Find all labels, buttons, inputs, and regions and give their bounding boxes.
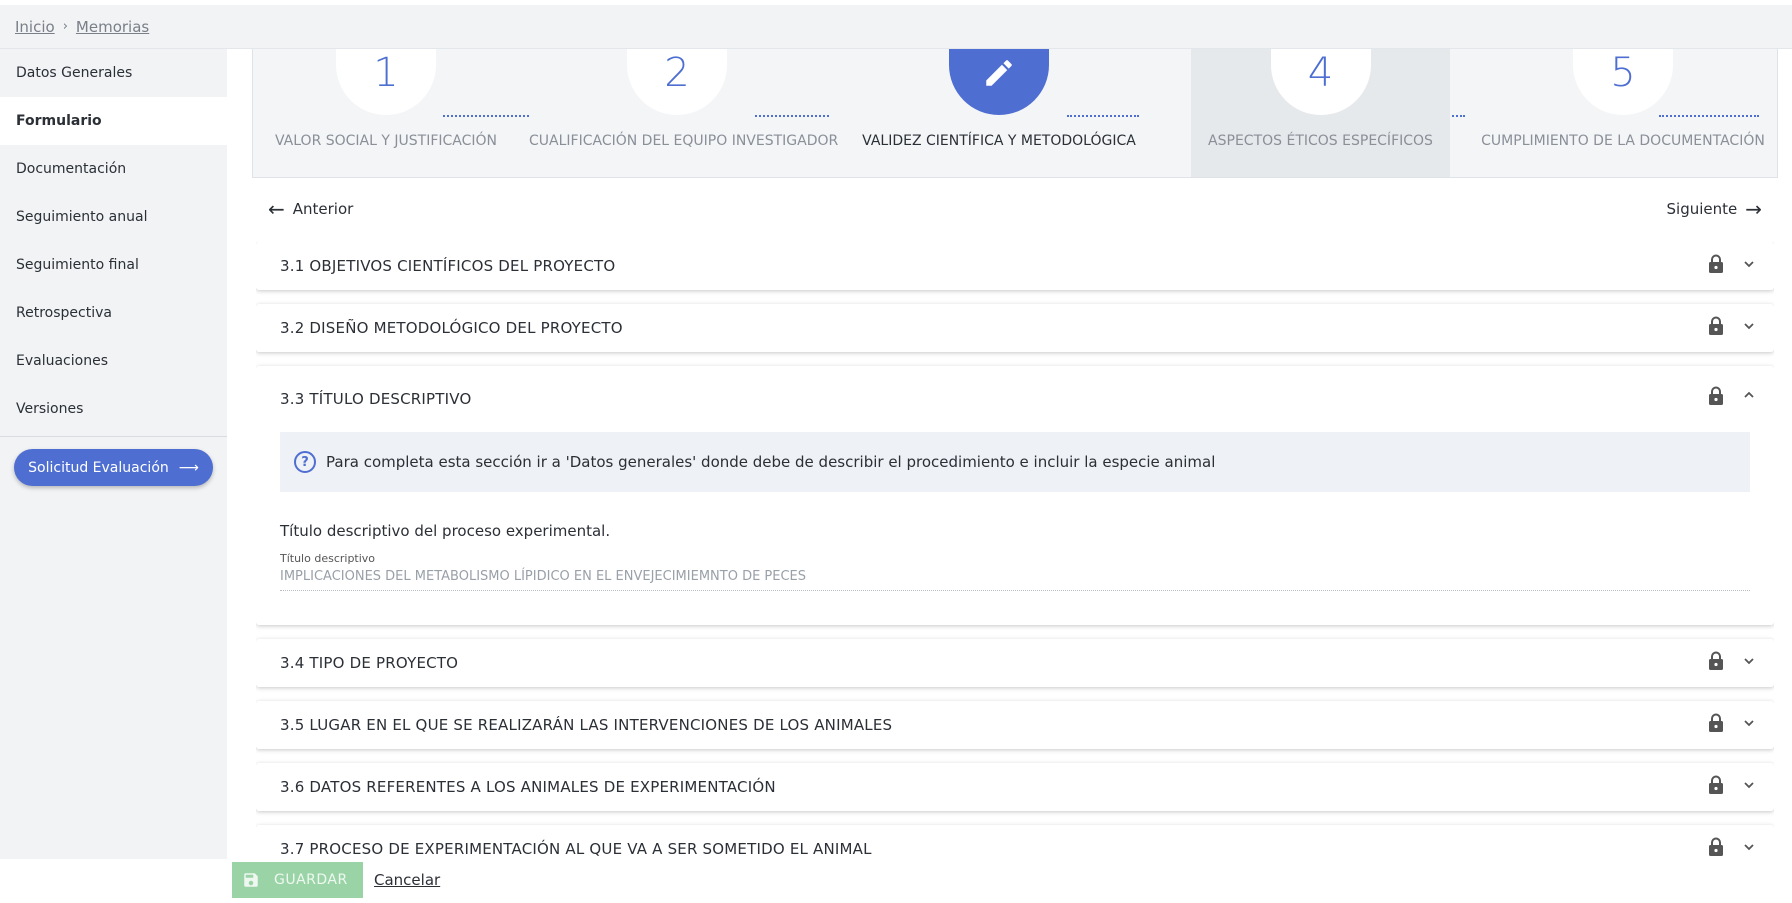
chevron-down-icon xyxy=(1744,323,1754,330)
chevron-down-icon xyxy=(1744,844,1754,851)
section-header[interactable]: 3.1 OBJETIVOS CIENTÍFICOS DEL PROYECTO xyxy=(256,242,1774,290)
sidebar-item-formulario[interactable]: Formulario xyxy=(0,97,227,145)
lock-icon xyxy=(1709,651,1723,670)
section-header[interactable]: 3.3 TÍTULO DESCRIPTIVO xyxy=(256,366,1774,432)
section-body: ? Para completa esta sección ir a 'Datos… xyxy=(256,432,1774,625)
save-label: GUARDAR xyxy=(274,872,348,888)
section-title: 3.3 TÍTULO DESCRIPTIVO xyxy=(280,390,472,408)
sidebar-item-seguimiento-final[interactable]: Seguimiento final xyxy=(0,241,227,289)
field-description: Título descriptivo del proceso experimen… xyxy=(280,522,611,540)
step-5-number: 5 xyxy=(1573,49,1673,115)
section-3-7: 3.7 PROCESO DE EXPERIMENTACIÓN AL QUE VA… xyxy=(256,825,1774,856)
sidebar-item-evaluaciones[interactable]: Evaluaciones xyxy=(0,337,227,385)
step-2-label: CUALIFICACIÓN DEL EQUIPO INVESTIGADOR xyxy=(529,133,839,149)
section-title: 3.1 OBJETIVOS CIENTÍFICOS DEL PROYECTO xyxy=(280,257,616,275)
lock-icon xyxy=(1709,254,1723,273)
field-label: Título descriptivo xyxy=(280,552,376,565)
form-stepper: 1 VALOR SOCIAL Y JUSTIFICACIÓN 2 CUALIFI… xyxy=(252,49,1778,178)
form-footer: GUARDAR Cancelar xyxy=(227,858,1792,903)
step-3-label: VALIDEZ CIENTÍFICA Y METODOLÓGICA xyxy=(862,133,1136,149)
request-evaluation-label: Solicitud Evaluación xyxy=(28,459,169,476)
section-3-6: 3.6 DATOS REFERENTES A LOS ANIMALES DE E… xyxy=(256,763,1774,811)
step-4-label: ASPECTOS ÉTICOS ESPECÍFICOS xyxy=(1208,133,1433,149)
step-4[interactable]: 4 ASPECTOS ÉTICOS ESPECÍFICOS xyxy=(1191,49,1450,177)
step-3[interactable]: VALIDEZ CIENTÍFICA Y METODOLÓGICA xyxy=(849,49,1149,177)
chevron-down-icon xyxy=(1744,720,1754,727)
sidebar-item-datos-generales[interactable]: Datos Generales xyxy=(0,49,227,97)
section-header[interactable]: 3.2 DISEÑO METODOLÓGICO DEL PROYECTO xyxy=(256,304,1774,352)
save-button[interactable]: GUARDAR xyxy=(232,862,363,898)
request-evaluation-button[interactable]: Solicitud Evaluación ⟶ xyxy=(14,449,213,486)
previous-label: Anterior xyxy=(292,200,354,218)
step-3-current xyxy=(949,49,1049,115)
section-title: 3.2 DISEÑO METODOLÓGICO DEL PROYECTO xyxy=(280,319,623,337)
section-header[interactable]: 3.7 PROCESO DE EXPERIMENTACIÓN AL QUE VA… xyxy=(256,825,1774,856)
sidebar-item-versiones[interactable]: Versiones xyxy=(0,385,227,433)
section-header[interactable]: 3.4 TIPO DE PROYECTO xyxy=(256,639,1774,687)
breadcrumb-home-link[interactable]: Inicio xyxy=(15,18,55,36)
pencil-icon xyxy=(986,60,1012,86)
section-3-2: 3.2 DISEÑO METODOLÓGICO DEL PROYECTO xyxy=(256,304,1774,352)
step-1-label: VALOR SOCIAL Y JUSTIFICACIÓN xyxy=(274,133,498,149)
step-2[interactable]: 2 CUALIFICACIÓN DEL EQUIPO INVESTIGADOR xyxy=(529,49,839,177)
lock-icon xyxy=(1709,386,1723,405)
section-3-5: 3.5 LUGAR EN EL QUE SE REALIZARÁN LAS IN… xyxy=(256,701,1774,749)
lock-icon xyxy=(1709,837,1723,856)
chevron-down-icon xyxy=(1744,261,1754,268)
help-icon: ? xyxy=(294,451,316,473)
section-header[interactable]: 3.5 LUGAR EN EL QUE SE REALIZARÁN LAS IN… xyxy=(256,701,1774,749)
next-label: Siguiente xyxy=(1666,200,1738,218)
arrow-left-icon: ← xyxy=(268,197,285,221)
chevron-down-icon xyxy=(1744,782,1754,789)
section-title: 3.4 TIPO DE PROYECTO xyxy=(280,654,459,672)
breadcrumb-separator: › xyxy=(62,19,68,34)
next-button[interactable]: Siguiente → xyxy=(1667,199,1763,219)
chevron-up-icon xyxy=(1744,391,1754,398)
breadcrumb-memorias-link[interactable]: Memorias xyxy=(76,18,149,36)
section-3-1: 3.1 OBJETIVOS CIENTÍFICOS DEL PROYECTO xyxy=(256,242,1774,290)
cancel-link[interactable]: Cancelar xyxy=(374,871,440,889)
info-text: Para completa esta sección ir a 'Datos g… xyxy=(326,453,1216,471)
breadcrumb: Inicio › Memorias xyxy=(0,5,1792,49)
section-3-3: 3.3 TÍTULO DESCRIPTIVO ? Para completa e… xyxy=(256,366,1774,625)
section-title: 3.7 PROCESO DE EXPERIMENTACIÓN AL QUE VA… xyxy=(280,840,872,856)
section-title: 3.5 LUGAR EN EL QUE SE REALIZARÁN LAS IN… xyxy=(280,716,893,734)
arrow-right-icon: ⟶ xyxy=(178,459,199,476)
sidebar-item-documentacion[interactable]: Documentación xyxy=(0,145,227,193)
arrow-right-icon: → xyxy=(1745,197,1762,221)
step-5-label: CUMPLIMIENTO DE LA DOCUMENTACIÓN xyxy=(1481,133,1765,149)
step-1[interactable]: 1 VALOR SOCIAL Y JUSTIFICACIÓN xyxy=(253,49,519,177)
section-list: 3.1 OBJETIVOS CIENTÍFICOS DEL PROYECTO 3… xyxy=(256,242,1774,856)
step-navigation: ← Anterior Siguiente → xyxy=(252,197,1778,223)
save-icon xyxy=(244,873,258,887)
sidebar-divider xyxy=(0,436,227,437)
lock-icon xyxy=(1709,775,1723,794)
section-title: 3.6 DATOS REFERENTES A LOS ANIMALES DE E… xyxy=(280,778,776,796)
section-3-4: 3.4 TIPO DE PROYECTO xyxy=(256,639,1774,687)
descriptive-title-field[interactable]: IMPLICACIONES DEL METABOLISMO LÍPIDICO E… xyxy=(280,569,1750,591)
lock-icon xyxy=(1709,316,1723,335)
step-2-number: 2 xyxy=(627,49,727,115)
step-1-number: 1 xyxy=(336,49,436,115)
sidebar: Datos Generales Formulario Documentación… xyxy=(0,49,227,859)
lock-icon xyxy=(1709,713,1723,732)
step-4-number: 4 xyxy=(1270,49,1371,115)
sidebar-item-seguimiento-anual[interactable]: Seguimiento anual xyxy=(0,193,227,241)
sidebar-item-retrospectiva[interactable]: Retrospectiva xyxy=(0,289,227,337)
previous-button[interactable]: ← Anterior xyxy=(268,199,353,219)
chevron-down-icon xyxy=(1744,658,1754,665)
section-header[interactable]: 3.6 DATOS REFERENTES A LOS ANIMALES DE E… xyxy=(256,763,1774,811)
info-message: ? Para completa esta sección ir a 'Datos… xyxy=(280,432,1750,492)
step-5[interactable]: 5 CUMPLIMIENTO DE LA DOCUMENTACIÓN xyxy=(1478,49,1768,177)
